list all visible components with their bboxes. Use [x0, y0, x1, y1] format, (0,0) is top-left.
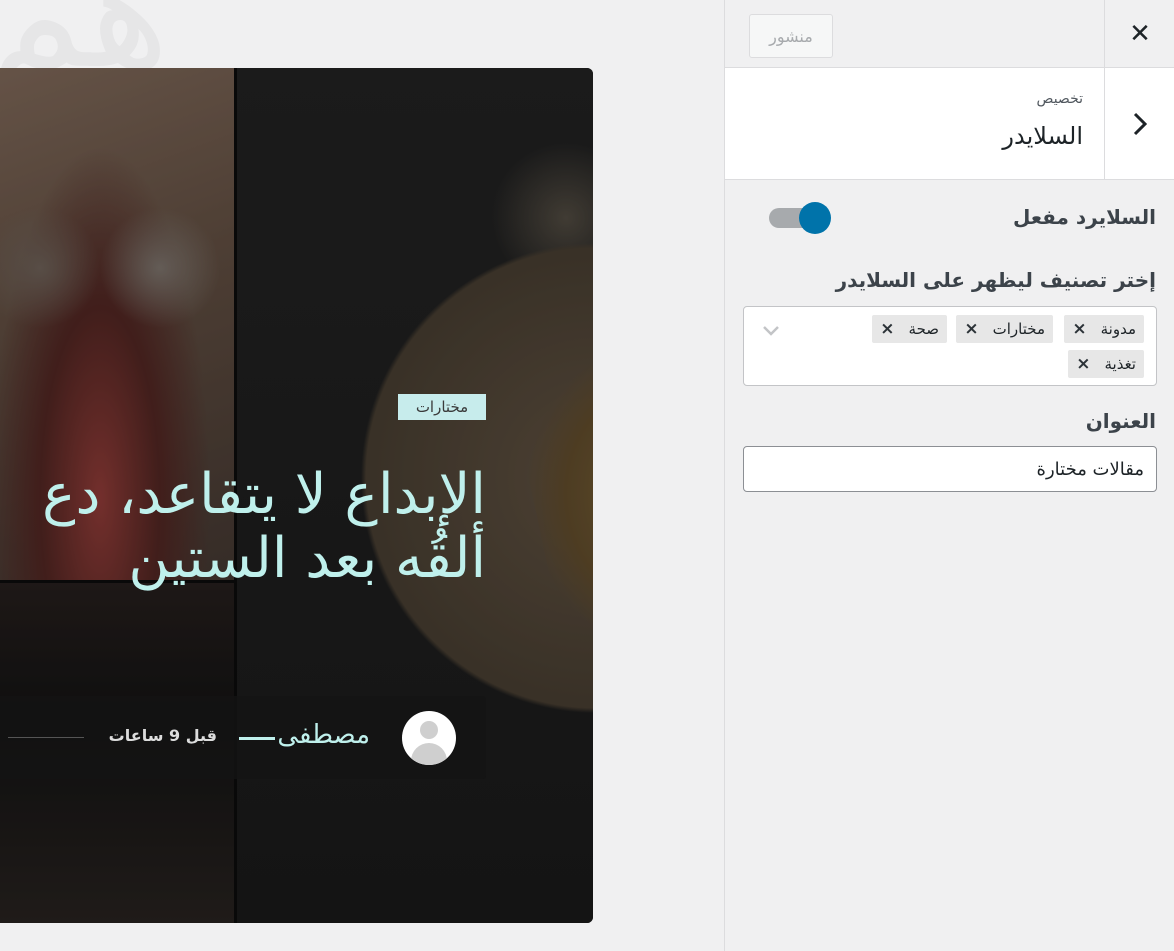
section-title: السلايدر [1002, 122, 1083, 150]
tag-chip: مدونة × [1064, 315, 1144, 343]
tag-chip: صحة × [872, 315, 947, 343]
tag-label: صحة [908, 320, 939, 338]
remove-tag-icon[interactable]: × [1072, 319, 1086, 339]
section-header: تخصيص السلايدر [725, 68, 1174, 180]
category-badge[interactable]: مختارات [398, 394, 486, 420]
title-field-label: العنوان [1085, 409, 1156, 433]
meta-divider [239, 737, 275, 740]
post-time: قبل 9 ساعات [108, 726, 217, 745]
chevron-down-icon[interactable] [762, 325, 780, 337]
tag-label: تغذية [1104, 355, 1136, 373]
slide-title[interactable]: الإبداع لا يتقاعد، دع ألقُه بعد الستين [0, 463, 486, 591]
site-preview: ﻫﻢ مختارات الإبداع لا يتقاعد، دع ألقُه ب… [0, 0, 724, 951]
tag-label: مدونة [1100, 320, 1136, 338]
meta-line [8, 737, 84, 738]
title-input[interactable] [743, 446, 1157, 492]
tag-chip: مختارات × [956, 315, 1053, 343]
remove-tag-icon[interactable]: × [964, 319, 978, 339]
slide-title-line-2: ألقُه بعد الستين [128, 526, 486, 591]
panel-header: منشور ✕ [725, 0, 1174, 68]
slider-enabled-label: السلايرد مفعل [1013, 205, 1156, 229]
breadcrumb: تخصيص [1036, 91, 1083, 107]
remove-tag-icon[interactable]: × [1076, 354, 1090, 374]
remove-tag-icon[interactable]: × [880, 319, 894, 339]
author-name[interactable]: مصطفى [277, 720, 370, 750]
slide-title-line-1: الإبداع لا يتقاعد، دع [42, 462, 486, 527]
author-avatar[interactable] [402, 711, 456, 765]
close-button[interactable]: ✕ [1104, 0, 1174, 68]
customizer-panel: منشور ✕ تخصيص السلايدر السلايرد مفعل إخت… [724, 0, 1174, 951]
tag-chip: تغذية × [1068, 350, 1144, 378]
back-button[interactable] [1104, 68, 1174, 179]
publish-button[interactable]: منشور [749, 14, 833, 58]
slider-enabled-toggle[interactable] [769, 200, 833, 236]
close-icon: ✕ [1129, 19, 1151, 49]
category-multiselect[interactable]: مدونة × مختارات × صحة × تغذية × [743, 306, 1157, 386]
chevron-right-icon [1133, 112, 1148, 135]
category-select-label: إختر تصنيف ليظهر على السلايدر [835, 268, 1156, 292]
hero-slider[interactable]: مختارات الإبداع لا يتقاعد، دع ألقُه بعد … [0, 68, 593, 923]
tag-label: مختارات [992, 320, 1045, 338]
